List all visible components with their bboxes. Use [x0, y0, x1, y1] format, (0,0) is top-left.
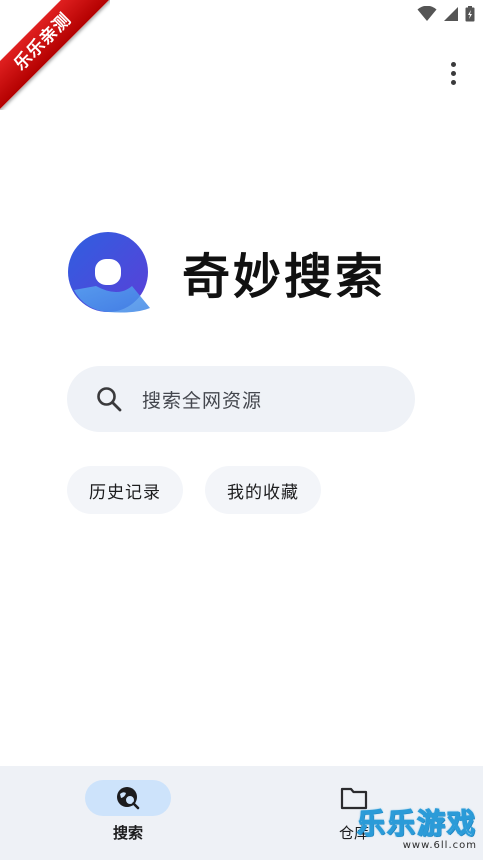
status-icons [417, 6, 475, 22]
wifi-icon [417, 6, 437, 21]
folder-icon [340, 787, 368, 810]
more-vert-icon-dot [450, 79, 456, 85]
search-placeholder: 搜索全网资源 [142, 389, 263, 412]
nav-item-repository[interactable]: 仓库 [294, 780, 414, 843]
app-logo-icon [68, 232, 150, 313]
nav-label-repository: 仓库 [338, 824, 369, 842]
ribbon-label: 乐乐亲测 [0, 0, 110, 110]
more-vert-icon-dot [450, 70, 456, 76]
search-input[interactable]: 搜索全网资源 [67, 366, 415, 432]
nav-active-indicator [85, 780, 171, 816]
more-vert-icon [450, 61, 456, 67]
favorites-chip[interactable]: 我的收藏 [205, 466, 321, 514]
nav-item-search[interactable]: 搜索 [68, 780, 188, 843]
quick-actions: 历史记录 我的收藏 [67, 466, 321, 514]
more-options-button[interactable] [438, 55, 468, 91]
search-icon [97, 387, 122, 412]
app-title: 奇妙搜索 [182, 249, 387, 305]
bottom-navigation: 搜索 仓库 [0, 766, 483, 860]
history-chip[interactable]: 历史记录 [67, 466, 183, 514]
battery-icon [465, 6, 475, 22]
corner-ribbon: 乐乐亲测 [0, 0, 110, 110]
search-globe-icon [117, 787, 140, 810]
nav-label-search: 搜索 [112, 824, 143, 842]
nav-icon-container [311, 780, 397, 816]
cellular-signal-icon [444, 7, 458, 21]
app-header: 奇妙搜索 [66, 228, 386, 316]
